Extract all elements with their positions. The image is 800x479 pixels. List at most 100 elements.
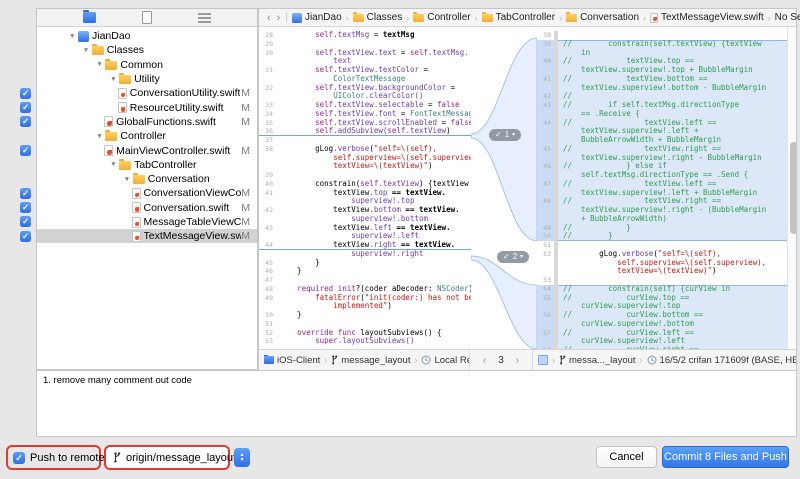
file-checkbox[interactable]: ✓ — [20, 116, 31, 127]
line-number — [537, 49, 554, 58]
tree-row[interactable]: ✓TextMessageView.swiftM — [37, 229, 257, 243]
breadcrumb-item[interactable]: TabController — [482, 12, 555, 23]
line-number — [259, 250, 276, 259]
code-line: 28 self.textMsg = textMsg — [259, 31, 471, 40]
file-tree: ▼JianDao▼Classes▼Common▼Utility✓Conversa… — [37, 27, 257, 243]
line-number — [537, 66, 554, 75]
file-checkbox[interactable]: ✓ — [20, 216, 31, 227]
tree-item-label: Conversation — [148, 173, 210, 185]
line-number — [259, 75, 276, 84]
line-number — [537, 337, 554, 346]
file-status-badge: M — [241, 87, 257, 99]
disclosure-triangle-icon[interactable]: ▼ — [110, 161, 119, 168]
tree-row[interactable]: ✓ConversationViewController.swiftM — [37, 186, 257, 200]
file-tree-panel: ▼JianDao▼Classes▼Common▼Utility✓Conversa… — [36, 8, 258, 370]
tree-row[interactable]: ✓Conversation.swiftM — [37, 201, 257, 215]
scrollbar-thumb[interactable] — [790, 142, 796, 234]
breadcrumb-item[interactable]: Controller — [413, 12, 470, 23]
flat-file-view-icon[interactable] — [142, 11, 152, 24]
breadcrumb-item[interactable]: Conversation — [566, 12, 639, 23]
commit-and-push-button[interactable]: Commit 8 Files and Push — [662, 446, 789, 468]
tree-row[interactable]: ▼Common — [37, 58, 257, 72]
disclosure-triangle-icon[interactable]: ▼ — [83, 47, 92, 54]
change-bar — [554, 145, 558, 154]
change-bar — [554, 40, 558, 49]
previous-change-button[interactable]: ‹ — [483, 355, 486, 366]
folder-icon — [92, 46, 104, 55]
breadcrumb-item[interactable]: No Selection — [775, 12, 800, 23]
jump-bar-item[interactable]: message_layout — [331, 355, 410, 366]
tree-row[interactable]: ▼Controller — [37, 129, 257, 143]
line-number: 53 — [537, 276, 554, 285]
swift-file-icon — [650, 13, 658, 23]
file-checkbox[interactable]: ✓ — [20, 231, 31, 242]
line-number: 48 — [259, 285, 276, 294]
jump-bar-item[interactable]: 16/5/2 crifan 171609f (BASE, HEAD) — [647, 355, 796, 366]
next-change-button[interactable]: › — [516, 355, 519, 366]
line-number: 40 — [537, 57, 554, 66]
file-checkbox[interactable]: ✓ — [20, 88, 31, 99]
change-bar — [554, 320, 558, 329]
disclosure-triangle-icon[interactable]: ▼ — [69, 33, 78, 40]
tree-row[interactable]: ▼ Conversation — [37, 172, 257, 186]
tree-row[interactable]: ▼TabController — [37, 158, 257, 172]
tree-item-label: Utility — [134, 73, 160, 85]
editor-scrollbar[interactable] — [787, 27, 796, 349]
clock-icon — [647, 355, 657, 366]
tree-item-label: ConversationUtility.swift — [130, 87, 241, 99]
disclosure-triangle-icon[interactable]: ▼ — [110, 76, 119, 83]
tree-item-label: MainViewController.swift — [116, 145, 230, 157]
disclosure-triangle-icon[interactable]: ▼ — [124, 176, 133, 183]
jump-bar-item[interactable] — [538, 355, 548, 365]
forward-button[interactable]: › — [274, 12, 284, 24]
cancel-button[interactable]: Cancel — [596, 446, 657, 468]
code-line: 50 } — [259, 311, 471, 320]
disclosure-triangle-icon[interactable]: ▼ — [96, 133, 105, 140]
hierarchical-view-icon[interactable] — [198, 12, 211, 23]
tree-row[interactable]: ✓ConversationUtility.swiftM — [37, 86, 257, 100]
tree-row[interactable]: ✓MainViewController.swiftM — [37, 143, 257, 157]
commit-message-input[interactable]: 1. remove many comment out code — [36, 370, 797, 437]
jump-bar-item[interactable]: messa..._layout — [559, 355, 636, 366]
jump-bar-item[interactable]: iOS-Client — [264, 355, 320, 366]
jump-bar-label: iOS-Client — [277, 355, 320, 366]
push-to-remote-checkbox[interactable]: ✓ — [13, 452, 25, 464]
breadcrumb-separator-icon: › — [639, 13, 650, 23]
breadcrumb-item[interactable]: TextMessageView.swift — [650, 12, 764, 23]
line-number: 46 — [259, 267, 276, 276]
tree-row[interactable]: ▼ Utility — [37, 72, 257, 86]
tree-row[interactable]: ✓ResourceUtility.swiftM — [37, 100, 257, 114]
diff-change-badge-1[interactable]: ✓1▾ — [489, 129, 521, 141]
tree-row[interactable]: ✓MessageTableViewController.swiftM — [37, 215, 257, 229]
disclosure-triangle-icon[interactable]: ▼ — [96, 61, 105, 68]
breadcrumb-label: Conversation — [580, 12, 639, 23]
branch-dropdown-stepper[interactable]: ▲▼ — [234, 448, 250, 467]
folder-icon — [133, 175, 145, 184]
jump-bar-item[interactable]: Local Revision — [421, 355, 469, 366]
line-number: 49 — [259, 294, 276, 303]
code-text: textView=\(textView)") — [560, 267, 717, 276]
local-code-pane[interactable]: 28 self.textMsg = textMsg2930 self.textV… — [259, 27, 471, 349]
code-line: 36 self.addSubview(self.textView) — [259, 127, 471, 136]
line-number: 39 — [259, 171, 276, 180]
back-button[interactable]: ‹ — [264, 12, 274, 24]
file-checkbox[interactable]: ✓ — [20, 145, 31, 156]
jump-bar-label: messa..._layout — [569, 355, 636, 366]
change-bar — [554, 197, 558, 206]
file-checkbox[interactable]: ✓ — [20, 202, 31, 213]
file-checkbox[interactable]: ✓ — [20, 188, 31, 199]
line-number — [537, 110, 554, 119]
breadcrumb-item[interactable]: JianDao — [292, 12, 342, 23]
base-code-pane[interactable]: 3839// constrain(self.textView) {textVie… — [537, 27, 787, 349]
tree-row[interactable]: ▼JianDao — [37, 29, 257, 43]
change-bar — [554, 267, 558, 276]
file-checkbox[interactable]: ✓ — [20, 102, 31, 113]
folder-view-icon[interactable] — [83, 12, 96, 23]
tree-row[interactable]: ✓GlobalFunctions.swiftM — [37, 115, 257, 129]
folder-icon — [119, 161, 131, 170]
line-number — [537, 171, 554, 180]
tree-row[interactable]: ▼Classes — [37, 43, 257, 57]
remote-branch-dropdown[interactable]: origin/message_layout — [126, 452, 236, 464]
diff-change-badge-2[interactable]: ✓2▾ — [497, 251, 529, 263]
breadcrumb-item[interactable]: Classes — [353, 12, 403, 23]
